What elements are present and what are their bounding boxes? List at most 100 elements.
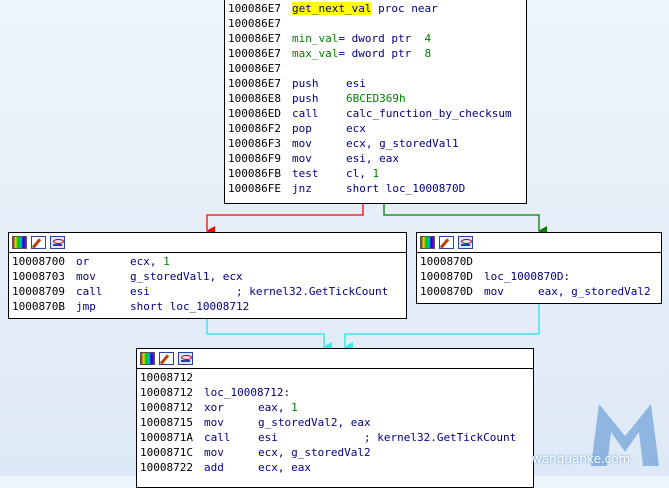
stack-var-type: = dword ptr: [338, 47, 425, 60]
block-header: [137, 349, 533, 369]
line-address: 100086E7: [228, 77, 281, 90]
mnemonic: jnz: [292, 182, 312, 195]
code-line[interactable]: 1000870B jmp short loc_10008712: [12, 299, 403, 314]
code-block-body: 100086E7 get_next_val proc near 100086E7 10…: [225, 0, 526, 197]
code-line[interactable]: 10008712 xor eax, 1: [140, 400, 530, 415]
code-block-loc-1000870d[interactable]: 1000870D 1000870D loc_1000870D: 1000870D mov…: [416, 232, 662, 304]
code-line[interactable]: 10008703 mov g_storedVal1, ecx: [12, 269, 403, 284]
proc-keyword: proc near: [371, 2, 438, 15]
line-address: 10008715: [140, 416, 193, 429]
mnemonic: or: [76, 255, 90, 268]
code-line[interactable]: 100086E7: [228, 16, 523, 31]
operands: short loc_1000870D: [346, 182, 466, 195]
line-address: 1000870D: [420, 255, 473, 268]
code-line[interactable]: 1000871C mov ecx, g_storedVal2: [140, 445, 530, 460]
immediate-value: 1: [163, 255, 170, 268]
code-line[interactable]: 10008715 mov g_storedVal2, eax: [140, 415, 530, 430]
code-line[interactable]: 10008712 loc_10008712:: [140, 385, 530, 400]
color-palette-icon[interactable]: [420, 236, 435, 249]
line-address: 10008712: [140, 371, 193, 384]
line-address: 10008703: [12, 270, 65, 283]
mnemonic: mov: [484, 285, 504, 298]
code-line[interactable]: 10008712: [140, 370, 530, 385]
operands: esi, eax: [346, 152, 399, 165]
code-line[interactable]: 100086F2 pop ecx: [228, 121, 523, 136]
line-address: 100086E8: [228, 92, 281, 105]
line-address: 10008709: [12, 285, 65, 298]
stack-var-offset: 4: [424, 32, 432, 45]
code-line[interactable]: 100086E7 get_next_val proc near: [228, 1, 523, 16]
code-line[interactable]: 100086FB test cl, 1: [228, 166, 523, 181]
color-palette-icon[interactable]: [12, 236, 27, 249]
code-block-loc-10008712[interactable]: 10008712 10008712 loc_10008712: 10008712 xor…: [136, 348, 534, 488]
mnemonic: test: [292, 167, 319, 180]
code-line[interactable]: 100086E7: [228, 61, 523, 76]
code-block-10008700[interactable]: 10008700 or ecx, 1 10008703 mov g_storedVal1,…: [8, 232, 407, 319]
line-address: 10008700: [12, 255, 65, 268]
watermark-text: wanquanke.com: [532, 452, 631, 466]
code-line[interactable]: 10008700 or ecx, 1: [12, 254, 403, 269]
code-line[interactable]: 100086E7 max_val= dword ptr 8: [228, 46, 523, 61]
mnemonic: mov: [204, 446, 224, 459]
mnemonic: mov: [292, 137, 312, 150]
code-line[interactable]: 10008722 add ecx, eax: [140, 460, 530, 475]
edit-pen-icon[interactable]: [31, 236, 46, 249]
stack-var-offset: 8: [424, 47, 432, 60]
line-address: 1000870B: [12, 300, 65, 313]
block-header: [9, 233, 406, 253]
code-line[interactable]: 100086ED call calc_function_by_checksum: [228, 106, 523, 121]
mnemonic: xor: [204, 401, 224, 414]
mnemonic: mov: [292, 152, 312, 165]
code-block-body: 1000870D 1000870D loc_1000870D: 1000870D mov…: [417, 253, 661, 300]
line-address: 1000870D: [420, 285, 473, 298]
line-address: 1000871C: [140, 446, 193, 459]
code-line[interactable]: 1000871A call esi ; kernel32.GetTickCount: [140, 430, 530, 445]
edit-pen-icon[interactable]: [159, 352, 174, 365]
mnemonic: pop: [292, 122, 312, 135]
operands: g_storedVal1, ecx: [130, 270, 243, 283]
mnemonic: push: [292, 92, 319, 105]
code-line[interactable]: 1000870D mov eax, g_storedVal2: [420, 284, 658, 299]
code-label: loc_10008712:: [204, 386, 291, 399]
stack-var-name: min_val: [292, 32, 339, 45]
code-line[interactable]: 10008709 call esi ; kernel32.GetTickCount: [12, 284, 403, 299]
mnemonic: add: [204, 461, 224, 474]
code-line[interactable]: 100086E7 min_val= dword ptr 4: [228, 31, 523, 46]
operands: esi: [346, 77, 366, 90]
function-name: get_next_val: [292, 2, 372, 15]
line-address: 1000871A: [140, 431, 193, 444]
edge-left-to-bottom: [206, 318, 332, 352]
comment: ; kernel32.GetTickCount: [277, 431, 517, 444]
line-address: 100086E7: [228, 32, 281, 45]
code-block-get-next-val[interactable]: 100086E7 get_next_val proc near 100086E7 10…: [224, 0, 527, 204]
code-label: loc_1000870D:: [484, 270, 571, 283]
line-address: 10008712: [140, 386, 193, 399]
line-address: 10008722: [140, 461, 193, 474]
graph-view-icon[interactable]: [458, 236, 473, 249]
edit-pen-icon[interactable]: [439, 236, 454, 249]
operands: ecx, eax: [258, 461, 311, 474]
code-line[interactable]: 100086E7 push esi: [228, 76, 523, 91]
line-address: 100086E7: [228, 17, 281, 30]
mnemonic: call: [76, 285, 103, 298]
color-palette-icon[interactable]: [140, 352, 155, 365]
graph-view-icon[interactable]: [50, 236, 65, 249]
mnemonic: push: [292, 77, 319, 90]
graph-view-icon[interactable]: [178, 352, 193, 365]
code-line[interactable]: 100086F3 mov ecx, g_storedVal1: [228, 136, 523, 151]
code-line[interactable]: 1000870D loc_1000870D:: [420, 269, 658, 284]
code-line[interactable]: 100086E8 push 6BCED369h: [228, 91, 523, 106]
mnemonic: call: [292, 107, 319, 120]
immediate-value: 1: [291, 401, 298, 414]
code-line[interactable]: 100086F9 mov esi, eax: [228, 151, 523, 166]
mnemonic: call: [204, 431, 231, 444]
operands: esi: [258, 431, 278, 444]
line-address: 1000870D: [420, 270, 473, 283]
code-block-body: 10008700 or ecx, 1 10008703 mov g_storedVal1,…: [9, 253, 406, 315]
code-line[interactable]: 1000870D: [420, 254, 658, 269]
line-address: 100086E7: [228, 62, 281, 75]
line-address: 100086ED: [228, 107, 281, 120]
stack-var-name: max_val: [292, 47, 339, 60]
code-line[interactable]: 100086FE jnz short loc_1000870D: [228, 181, 523, 196]
comment: ; kernel32.GetTickCount: [149, 285, 389, 298]
